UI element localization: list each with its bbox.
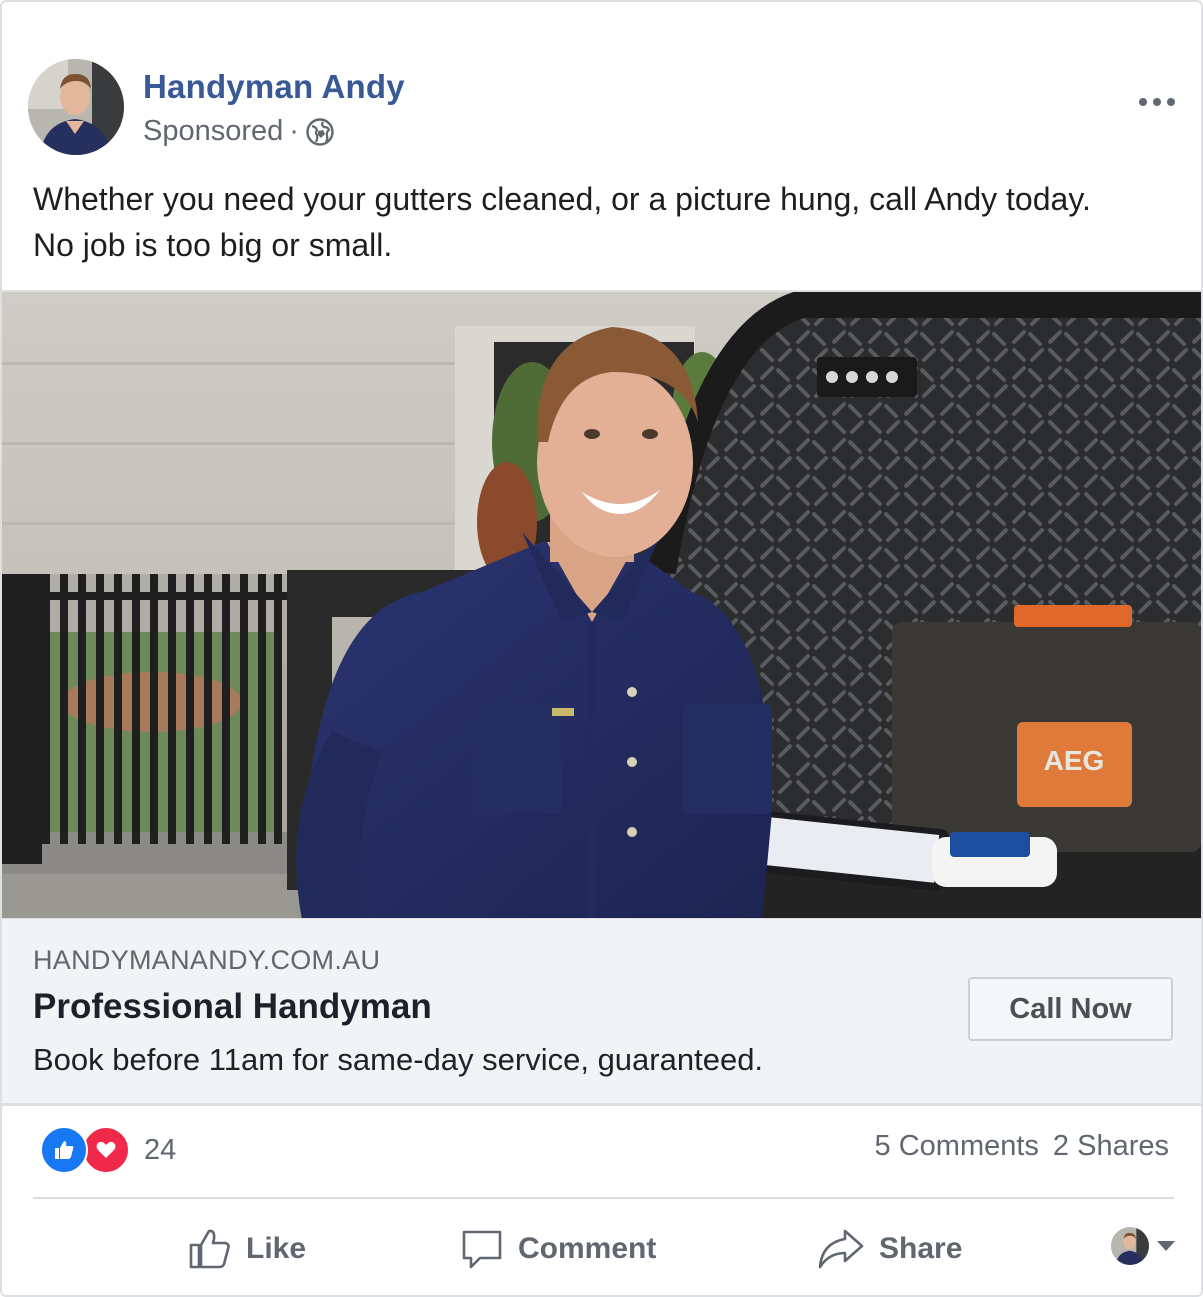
post-text-line-1: Whether you need your gutters cleaned, o…	[33, 181, 1091, 217]
call-now-button[interactable]: Call Now	[968, 977, 1173, 1041]
action-divider	[33, 1197, 1174, 1199]
love-reaction-icon	[82, 1126, 130, 1174]
sponsored-row: Sponsored ·	[143, 115, 335, 148]
more-options-icon[interactable]	[1139, 98, 1175, 106]
page-name-link[interactable]: Handyman Andy	[143, 68, 405, 106]
sponsored-post-card: Handyman Andy Sponsored · Whether you ne…	[0, 0, 1203, 1297]
shares-count-link[interactable]: 2 Shares	[1053, 1130, 1169, 1163]
comment-button[interactable]: Comment	[460, 1217, 656, 1281]
link-headline[interactable]: Professional Handyman	[33, 987, 432, 1027]
thumbs-up-icon	[189, 1229, 230, 1269]
post-header: Handyman Andy Sponsored · Whether you ne…	[2, 2, 1201, 290]
like-reaction-icon	[40, 1126, 88, 1174]
engagement-counts: 5 Comments 2 Shares	[875, 1130, 1169, 1163]
caret-down-icon	[1157, 1241, 1175, 1251]
globe-icon[interactable]	[305, 117, 335, 147]
share-button[interactable]: Share	[817, 1217, 962, 1281]
share-icon	[818, 1229, 864, 1269]
user-avatar	[1111, 1227, 1149, 1265]
page-avatar[interactable]	[28, 59, 124, 155]
like-button[interactable]: Like	[188, 1217, 306, 1281]
reactions-summary[interactable]: 24	[40, 1126, 176, 1174]
ad-image[interactable]: AEG	[2, 290, 1201, 920]
link-domain[interactable]: HANDYMANANDY.COM.AU	[33, 945, 380, 976]
toolbox-brand-text: AEG	[1044, 745, 1105, 776]
like-label: Like	[246, 1232, 307, 1265]
comments-count-link[interactable]: 5 Comments	[875, 1130, 1039, 1163]
sponsored-label[interactable]: Sponsored	[143, 115, 283, 148]
action-bar: Like Comment Share	[2, 1217, 1201, 1281]
post-text: Whether you need your gutters cleaned, o…	[33, 176, 1173, 268]
link-description[interactable]: Book before 11am for same-day service, g…	[33, 1042, 763, 1078]
share-as-selector[interactable]	[1111, 1227, 1175, 1265]
comment-label: Comment	[518, 1232, 657, 1265]
post-text-line-2: No job is too big or small.	[33, 227, 393, 263]
share-label: Share	[879, 1232, 963, 1265]
reaction-count: 24	[144, 1133, 177, 1166]
comment-icon	[462, 1230, 502, 1269]
separator-dot: ·	[289, 115, 299, 147]
